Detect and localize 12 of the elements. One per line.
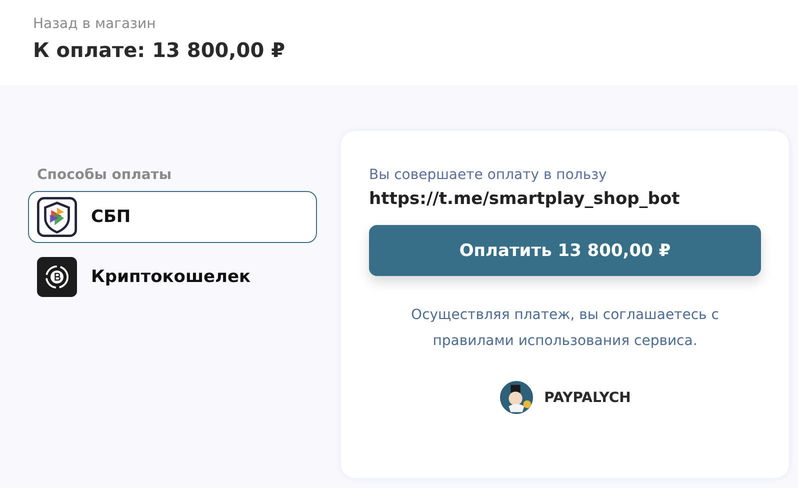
section-title: Способы оплаты (37, 167, 173, 183)
amount-title: К оплате: 13 800,00 ₽ (33, 38, 286, 62)
provider-name: PAYPALYCH (544, 390, 631, 406)
pay-button[interactable]: Оплатить 13 800,00 ₽ (369, 225, 761, 276)
payment-method-item[interactable]: СБП (28, 191, 317, 243)
recipient-label: Вы совершаете оплату в пользу (369, 167, 608, 183)
recipient-url: https://t.me/smartplay_shop_bot (369, 189, 681, 209)
coin-icon (37, 257, 77, 297)
payment-method-item[interactable]: Криптокошелек (28, 251, 317, 303)
terms-text: Осуществляя платеж, вы соглашаетесь с правилами использования сервиса. (410, 306, 720, 351)
logo-icon (499, 380, 534, 415)
shield-icon (37, 197, 77, 237)
